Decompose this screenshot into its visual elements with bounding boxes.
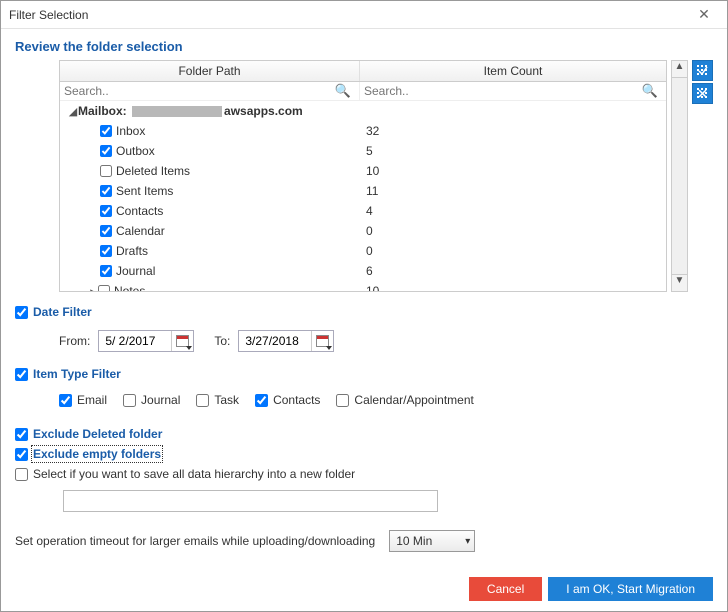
deselect-all-button[interactable]	[692, 83, 713, 104]
row-label: Outbox	[116, 144, 155, 158]
grid-header: Folder Path Item Count	[60, 61, 666, 82]
row-count: 11	[360, 184, 666, 198]
journal-label: Journal	[141, 393, 180, 407]
email-checkbox[interactable]	[59, 394, 72, 407]
scroll-down-icon[interactable]: ▼	[672, 274, 687, 291]
row-checkbox[interactable]	[100, 185, 112, 197]
from-date-field[interactable]	[98, 330, 194, 352]
row-label: Sent Items	[116, 184, 173, 198]
exclude-empty-checkbox[interactable]	[15, 448, 28, 461]
table-row[interactable]: Drafts 0	[60, 241, 666, 261]
calendar-checkbox[interactable]	[336, 394, 349, 407]
table-row[interactable]: Deleted Items 10	[60, 161, 666, 181]
search-icon[interactable]: 🔍	[638, 83, 662, 99]
exclude-deleted-label: Exclude Deleted folder	[33, 427, 162, 441]
table-row[interactable]: Sent Items 11	[60, 181, 666, 201]
expand-icon[interactable]: ▸	[88, 285, 98, 292]
calendar-label: Calendar/Appointment	[354, 393, 473, 407]
email-label: Email	[77, 393, 107, 407]
task-checkbox[interactable]	[196, 394, 209, 407]
mailbox-row[interactable]: ◢ Mailbox: awsapps.com	[60, 101, 666, 121]
mailbox-label: Mailbox:	[78, 104, 127, 118]
start-migration-button[interactable]: I am OK, Start Migration	[548, 577, 713, 601]
row-label: Journal	[116, 264, 155, 278]
to-label: To:	[214, 334, 230, 348]
select-all-button[interactable]	[692, 60, 713, 81]
table-row[interactable]: ▸ Notes 10	[60, 281, 666, 291]
cancel-button[interactable]: Cancel	[469, 577, 542, 601]
col-folder-path[interactable]: Folder Path	[60, 61, 360, 81]
row-label: Deleted Items	[116, 164, 190, 178]
exclude-empty-label: Exclude empty folders	[33, 447, 161, 461]
row-checkbox[interactable]	[100, 225, 112, 237]
calendar-dropdown-icon[interactable]	[311, 331, 333, 351]
save-hierarchy-label: Select if you want to save all data hier…	[33, 467, 355, 481]
row-label: Notes	[114, 284, 145, 291]
task-label: Task	[214, 393, 239, 407]
row-count: 4	[360, 204, 666, 218]
item-type-filter-checkbox[interactable]	[15, 368, 28, 381]
row-checkbox[interactable]	[98, 285, 110, 291]
row-label: Calendar	[116, 224, 165, 238]
row-count: 10	[360, 164, 666, 178]
date-filter-label: Date Filter	[33, 305, 92, 319]
row-label: Inbox	[116, 124, 145, 138]
row-count: 32	[360, 124, 666, 138]
from-date-input[interactable]	[99, 334, 171, 348]
save-hierarchy-checkbox[interactable]	[15, 468, 28, 481]
table-row[interactable]: Calendar 0	[60, 221, 666, 241]
hierarchy-folder-input[interactable]	[63, 490, 438, 512]
collapse-icon[interactable]: ◢	[68, 105, 78, 118]
row-checkbox[interactable]	[100, 145, 112, 157]
row-label: Drafts	[116, 244, 148, 258]
table-row[interactable]: Inbox 32	[60, 121, 666, 141]
table-row[interactable]: Journal 6	[60, 261, 666, 281]
to-date-input[interactable]	[239, 334, 311, 348]
item-type-filter-label: Item Type Filter	[33, 367, 121, 381]
close-icon[interactable]: ✕	[689, 6, 719, 23]
scrollbar[interactable]: ▲ ▼	[671, 60, 688, 292]
col-item-count[interactable]: Item Count	[360, 61, 666, 81]
row-checkbox[interactable]	[100, 265, 112, 277]
search-count-input[interactable]	[364, 84, 638, 98]
redacted-text	[132, 106, 222, 117]
contacts-label: Contacts	[273, 393, 320, 407]
timeout-value: 10 Min	[396, 534, 432, 548]
row-count: 0	[360, 224, 666, 238]
mailbox-domain: awsapps.com	[224, 104, 303, 118]
row-checkbox[interactable]	[100, 205, 112, 217]
to-date-field[interactable]	[238, 330, 334, 352]
window-title: Filter Selection	[9, 8, 689, 22]
row-count: 5	[360, 144, 666, 158]
search-folder-input[interactable]	[64, 84, 331, 98]
row-label: Contacts	[116, 204, 163, 218]
from-label: From:	[59, 334, 90, 348]
row-checkbox[interactable]	[100, 245, 112, 257]
search-icon[interactable]: 🔍	[331, 83, 355, 99]
filter-selection-dialog: Filter Selection ✕ Review the folder sel…	[0, 0, 728, 612]
titlebar: Filter Selection ✕	[1, 1, 727, 29]
timeout-select[interactable]: 10 Min ▾	[389, 530, 475, 552]
date-filter-checkbox[interactable]	[15, 306, 28, 319]
row-count: 0	[360, 244, 666, 258]
folder-grid: Folder Path Item Count 🔍 🔍	[59, 60, 667, 292]
exclude-deleted-checkbox[interactable]	[15, 428, 28, 441]
scroll-up-icon[interactable]: ▲	[672, 61, 687, 78]
row-count: 10	[360, 284, 666, 291]
row-checkbox[interactable]	[100, 165, 112, 177]
chevron-down-icon: ▾	[465, 536, 470, 547]
table-row[interactable]: Outbox 5	[60, 141, 666, 161]
row-checkbox[interactable]	[100, 125, 112, 137]
review-heading: Review the folder selection	[15, 39, 713, 54]
table-row[interactable]: Contacts 4	[60, 201, 666, 221]
grid-rows: ◢ Mailbox: awsapps.com Inbox 32 Outbox 5 D…	[60, 101, 666, 291]
journal-checkbox[interactable]	[123, 394, 136, 407]
calendar-dropdown-icon[interactable]	[171, 331, 193, 351]
contacts-checkbox[interactable]	[255, 394, 268, 407]
row-count: 6	[360, 264, 666, 278]
timeout-label: Set operation timeout for larger emails …	[15, 534, 375, 548]
